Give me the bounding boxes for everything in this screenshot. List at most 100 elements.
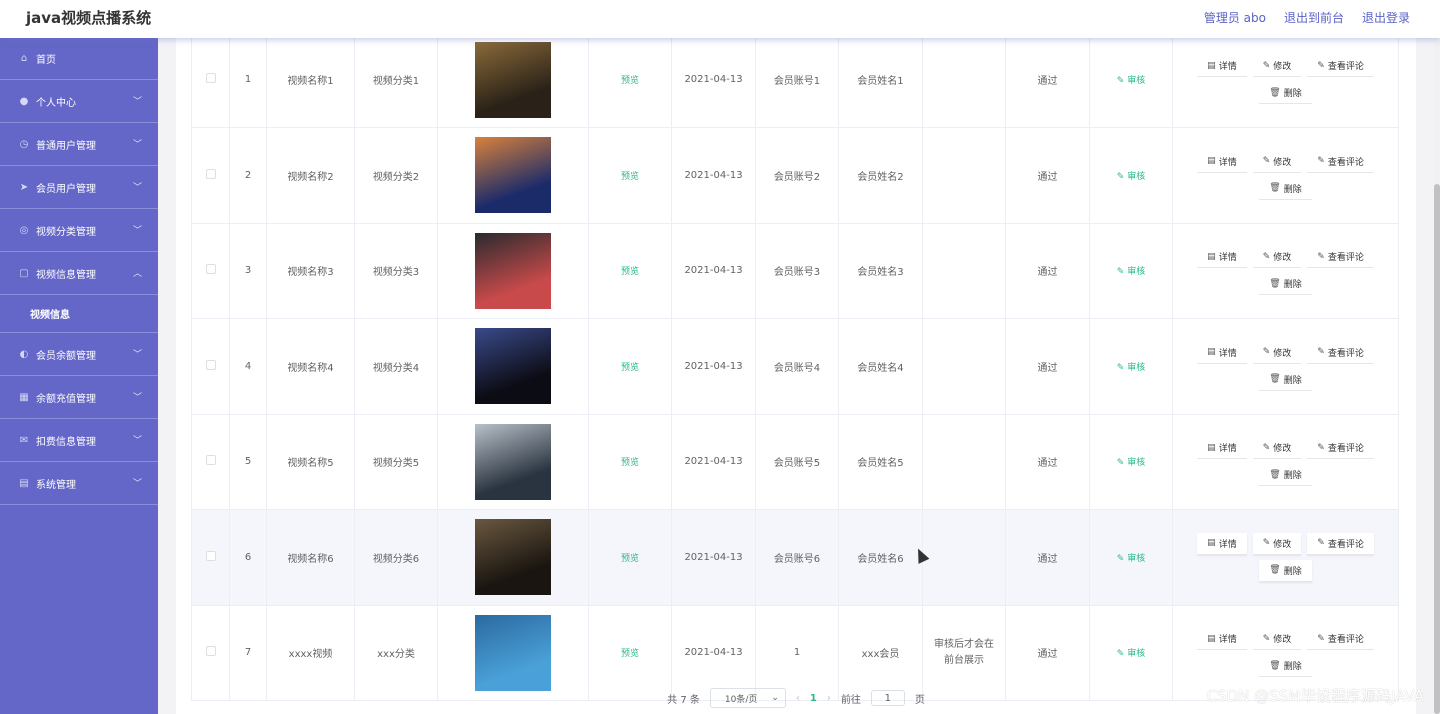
edit-button[interactable]: ✎ 修改: [1252, 150, 1302, 173]
audit-button[interactable]: ✎ 审核: [1117, 172, 1145, 182]
detail-button[interactable]: ▤ 详情: [1197, 532, 1247, 555]
sidebar-item-label: 普通用户管理: [36, 140, 96, 152]
delete-label: 删除: [1283, 280, 1302, 291]
sidebar-item-recharge-management[interactable]: ▦ 余额充值管理 ﹀: [0, 376, 158, 419]
edit-pen-icon: ✎: [1262, 538, 1271, 549]
audit-label: 审核: [1127, 362, 1146, 373]
row-checkbox[interactable]: [205, 73, 216, 83]
video-poster-image: [475, 423, 551, 500]
chevron-down-icon: ﹀: [132, 350, 142, 360]
delete-label: 删除: [1283, 662, 1302, 673]
detail-label: 详情: [1218, 62, 1237, 72]
row-checkbox[interactable]: [205, 168, 216, 179]
row-checkbox[interactable]: [205, 359, 216, 370]
audit-button[interactable]: ✎ 审核: [1117, 76, 1145, 86]
sidebar-item-personal-center[interactable]: ● 个人中心 ﹀: [0, 80, 158, 123]
video-category: 视频分类6: [354, 509, 438, 606]
preview-link[interactable]: 预览: [621, 649, 639, 659]
delete-button[interactable]: 🗑 删除: [1259, 273, 1312, 296]
audit-button[interactable]: ✎ 审核: [1117, 649, 1145, 659]
edit-label: 修改: [1273, 444, 1292, 455]
video-name: 视频名称3: [266, 223, 355, 319]
row-checkbox[interactable]: [205, 550, 216, 561]
delete-label: 删除: [1283, 375, 1302, 386]
audit-status: 通过: [1005, 414, 1090, 510]
sidebar-subitem-video-info[interactable]: 视频信息: [0, 295, 158, 333]
preview-link[interactable]: 预览: [621, 458, 639, 468]
admin-label[interactable]: 管理员 abo: [1204, 9, 1266, 26]
view-comments-button[interactable]: ✎ 查看评论: [1307, 150, 1374, 173]
delete-button[interactable]: 🗑 删除: [1259, 559, 1312, 582]
sidebar-item-member-management[interactable]: ➤ 会员用户管理 ﹀: [0, 166, 158, 209]
detail-button[interactable]: ▤ 详情: [1197, 341, 1247, 364]
edit-button[interactable]: ✎ 修改: [1252, 55, 1302, 77]
row-checkbox[interactable]: [205, 264, 216, 275]
goto-page-input[interactable]: 1: [870, 690, 905, 706]
row-checkbox[interactable]: [205, 646, 216, 657]
audit-button[interactable]: ✎ 审核: [1117, 267, 1145, 277]
delete-button[interactable]: 🗑 删除: [1259, 368, 1312, 391]
detail-button[interactable]: ▤ 详情: [1197, 628, 1247, 651]
member-name: 会员姓名6: [838, 509, 923, 606]
sidebar-item-category-management[interactable]: ◎ 视频分类管理 ﹀: [0, 209, 158, 252]
chevron-down-icon: ⌄: [771, 693, 779, 703]
next-page-button[interactable]: ›: [827, 693, 831, 704]
preview-link[interactable]: 预览: [621, 76, 639, 86]
row-checkbox[interactable]: [205, 455, 216, 466]
detail-button[interactable]: ▤ 详情: [1197, 150, 1247, 173]
sidebar-item-home[interactable]: ⌂ 首页: [0, 38, 158, 80]
logout-link[interactable]: 退出登录: [1362, 9, 1410, 26]
detail-button[interactable]: ▤ 详情: [1197, 55, 1247, 77]
sidebar-item-deduction-management[interactable]: ✉ 扣费信息管理 ﹀: [0, 419, 158, 462]
preview-link[interactable]: 预览: [621, 554, 639, 564]
top-bar: java视频点播系统 管理员 abo 退出到前台 退出登录: [0, 0, 1440, 38]
sidebar-item-video-info-management[interactable]: ▢ 视频信息管理 ︿: [0, 252, 158, 295]
page-size-select[interactable]: 10条/页 ⌄: [709, 688, 786, 708]
sidebar: ⌂ 首页 ● 个人中心 ﹀ ◷ 普通用户管理 ﹀ ➤ 会员用户管理 ﹀ ◎ 视频…: [0, 38, 158, 714]
edit-button[interactable]: ✎ 修改: [1252, 628, 1302, 651]
view-comments-button[interactable]: ✎ 查看评论: [1307, 55, 1374, 77]
scrollbar-thumb[interactable]: [1434, 184, 1440, 714]
sidebar-item-balance-management[interactable]: ◐ 会员余额管理 ﹀: [0, 333, 158, 376]
preview-link[interactable]: 预览: [621, 267, 639, 277]
edit-pen-icon: ✎: [1116, 76, 1125, 86]
edit-label: 修改: [1273, 635, 1292, 646]
delete-button[interactable]: 🗑 删除: [1259, 82, 1312, 104]
page-number-current[interactable]: 1: [810, 693, 817, 704]
row-checkbox-cell: [191, 32, 230, 128]
sidebar-item-system-management[interactable]: ▤ 系统管理 ﹀: [0, 462, 158, 505]
detail-button[interactable]: ▤ 详情: [1197, 246, 1247, 269]
view-comments-button[interactable]: ✎ 查看评论: [1307, 246, 1374, 269]
view-comments-button[interactable]: ✎ 查看评论: [1307, 628, 1374, 651]
view-comments-button[interactable]: ✎ 查看评论: [1307, 437, 1374, 460]
sidebar-item-label: 个人中心: [36, 97, 76, 109]
preview-link[interactable]: 预览: [621, 363, 639, 373]
main-content: 1 视频名称1 视频分类1 预览 2021-04-13 会员账号1 会员姓名1 通过 ✎ 审核 ▤…: [158, 32, 1440, 714]
member-name: 会员姓名2: [838, 127, 923, 224]
detail-button[interactable]: ▤ 详情: [1197, 437, 1247, 460]
view-comments-button[interactable]: ✎ 查看评论: [1307, 532, 1374, 555]
audit-button[interactable]: ✎ 审核: [1117, 554, 1145, 564]
chevron-down-icon: ﹀: [132, 436, 142, 446]
audit-label: 审核: [1127, 171, 1146, 182]
video-category: 视频分类5: [354, 414, 438, 510]
preview-link[interactable]: 预览: [621, 172, 639, 182]
edit-pen-icon: ✎: [1317, 156, 1325, 167]
audit-button[interactable]: ✎ 审核: [1117, 458, 1145, 468]
sidebar-item-user-management[interactable]: ◷ 普通用户管理 ﹀: [0, 123, 158, 166]
delete-button[interactable]: 🗑 删除: [1259, 464, 1312, 487]
edit-button[interactable]: ✎ 修改: [1252, 341, 1302, 364]
audit-note: [922, 32, 1006, 128]
row-checkbox-cell: [191, 127, 230, 224]
view-comments-button[interactable]: ✎ 查看评论: [1307, 341, 1374, 364]
delete-button[interactable]: 🗑 删除: [1259, 655, 1312, 678]
audit-button[interactable]: ✎ 审核: [1117, 363, 1145, 373]
prev-page-button[interactable]: ‹: [796, 693, 800, 704]
back-to-front-link[interactable]: 退出到前台: [1284, 9, 1344, 26]
edit-button[interactable]: ✎ 修改: [1252, 437, 1302, 460]
edit-button[interactable]: ✎ 修改: [1252, 532, 1302, 555]
member-name: 会员姓名1: [838, 32, 923, 128]
edit-button[interactable]: ✎ 修改: [1252, 246, 1302, 269]
trash-icon: 🗑: [1269, 469, 1281, 480]
delete-button[interactable]: 🗑 删除: [1259, 177, 1312, 200]
